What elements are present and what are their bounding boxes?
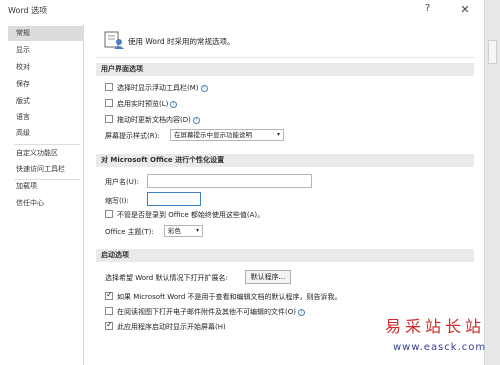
default-extensions-label: 选择希望 Word 默认情况下打开扩展名: (105, 274, 228, 282)
option-update-on-drag[interactable]: 拖动时更新文档内容(D) i (105, 115, 200, 125)
checkbox-floating-toolbar[interactable] (105, 83, 113, 91)
option-label: 选择时显示浮动工具栏(M) (117, 84, 199, 92)
sidebar-item-advanced[interactable]: 高级 (8, 126, 84, 141)
watermark-title: 易采站长站 (385, 317, 486, 336)
initials-input[interactable] (147, 192, 201, 206)
username-input[interactable] (147, 174, 312, 188)
option-label: 如果 Microsoft Word 不是用于查看和编辑文档的默认程序，则告诉我。 (117, 293, 342, 301)
sidebar-item-quick-access[interactable]: 快速访问工具栏 (8, 162, 84, 177)
sidebar-item-save[interactable]: 保存 (8, 77, 84, 92)
option-always-use-values[interactable]: 不管是否登录到 Office 都始终使用这些值(A)。 (105, 210, 264, 220)
section-ui-options: 用户界面选项 (96, 63, 474, 76)
checkbox-tell-if-not-default[interactable] (105, 290, 113, 300)
username-label: 用户名(U): (105, 178, 139, 186)
tooltip-style-label: 屏幕提示样式(R): (105, 132, 160, 140)
sidebar: 常规 显示 校对 保存 版式 语言 高级 自定义功能区 快速访问工具栏 加载项 … (8, 24, 84, 365)
office-theme-value: 彩色 (168, 227, 181, 235)
office-theme-label: Office 主题(T): (105, 228, 154, 236)
watermark-url: www.easck.com (393, 342, 487, 353)
sidebar-item-general[interactable]: 常规 (8, 26, 84, 41)
scrollbar[interactable] (484, 0, 500, 365)
sidebar-divider (14, 144, 80, 145)
sidebar-item-layout[interactable]: 版式 (8, 94, 84, 109)
sidebar-item-proofing[interactable]: 校对 (8, 60, 84, 75)
sidebar-item-trust-center[interactable]: 信任中心 (8, 196, 84, 211)
title-bar: Word 选项 ? ✕ (0, 0, 500, 20)
scrollbar-thumb[interactable] (488, 40, 497, 64)
section-personalize: 对 Microsoft Office 进行个性化设置 (96, 154, 474, 167)
info-icon: i (297, 308, 305, 316)
checkbox-open-attachments-reading-view[interactable] (105, 307, 113, 315)
option-tell-if-not-default[interactable]: 如果 Microsoft Word 不是用于查看和编辑文档的默认程序，则告诉我。 (105, 290, 342, 302)
option-show-start-screen[interactable]: 此应用程序启动时显示开始屏幕(H) (105, 320, 226, 332)
option-live-preview[interactable]: 启用实时预览(L) i (105, 99, 178, 109)
option-label: 拖动时更新文档内容(D) (117, 116, 191, 124)
page-heading: 使用 Word 时采用的常规选项。 (128, 37, 235, 46)
office-theme-select[interactable]: 彩色 ▾ (164, 225, 203, 237)
tooltip-style-select[interactable]: 在屏幕提示中显示功能说明 ▾ (170, 129, 284, 141)
checkbox-live-preview[interactable] (105, 99, 113, 107)
option-label: 此应用程序启动时显示开始屏幕(H) (117, 323, 226, 331)
checkbox-show-start-screen[interactable] (105, 320, 113, 330)
info-icon: i (170, 100, 178, 108)
option-open-attachments-reading-view[interactable]: 在阅读视图下打开电子邮件附件及其他不可编辑的文件(O) i (105, 307, 305, 317)
chevron-down-icon: ▾ (195, 227, 199, 234)
general-options-icon (104, 31, 124, 49)
option-label: 不管是否登录到 Office 都始终使用这些值(A)。 (117, 211, 265, 219)
chevron-down-icon: ▾ (276, 131, 280, 138)
option-floating-toolbar[interactable]: 选择时显示浮动工具栏(M) i (105, 83, 208, 93)
info-icon: i (192, 116, 200, 124)
section-startup: 启动选项 (96, 249, 474, 262)
sidebar-item-language[interactable]: 语言 (8, 110, 84, 125)
header-divider (96, 57, 474, 58)
default-programs-button[interactable]: 默认程序... (245, 270, 291, 284)
sidebar-item-display[interactable]: 显示 (8, 43, 84, 58)
window-title: Word 选项 (8, 6, 48, 15)
initials-label: 缩写(I): (105, 197, 129, 205)
info-icon: i (200, 84, 208, 92)
help-button[interactable]: ? (425, 3, 430, 14)
site-watermark: 易采站长站 www.easck.com (385, 313, 497, 363)
sidebar-item-customize-ribbon[interactable]: 自定义功能区 (8, 146, 84, 161)
checkbox-always-use-values[interactable] (105, 210, 113, 218)
checkbox-update-on-drag[interactable] (105, 115, 113, 123)
tooltip-style-value: 在屏幕提示中显示功能说明 (174, 131, 252, 139)
option-label: 启用实时预览(L) (117, 100, 169, 108)
close-button[interactable]: ✕ (455, 1, 475, 18)
option-label: 在阅读视图下打开电子邮件附件及其他不可编辑的文件(O) (117, 308, 296, 316)
sidebar-item-addins[interactable]: 加载项 (8, 179, 84, 194)
